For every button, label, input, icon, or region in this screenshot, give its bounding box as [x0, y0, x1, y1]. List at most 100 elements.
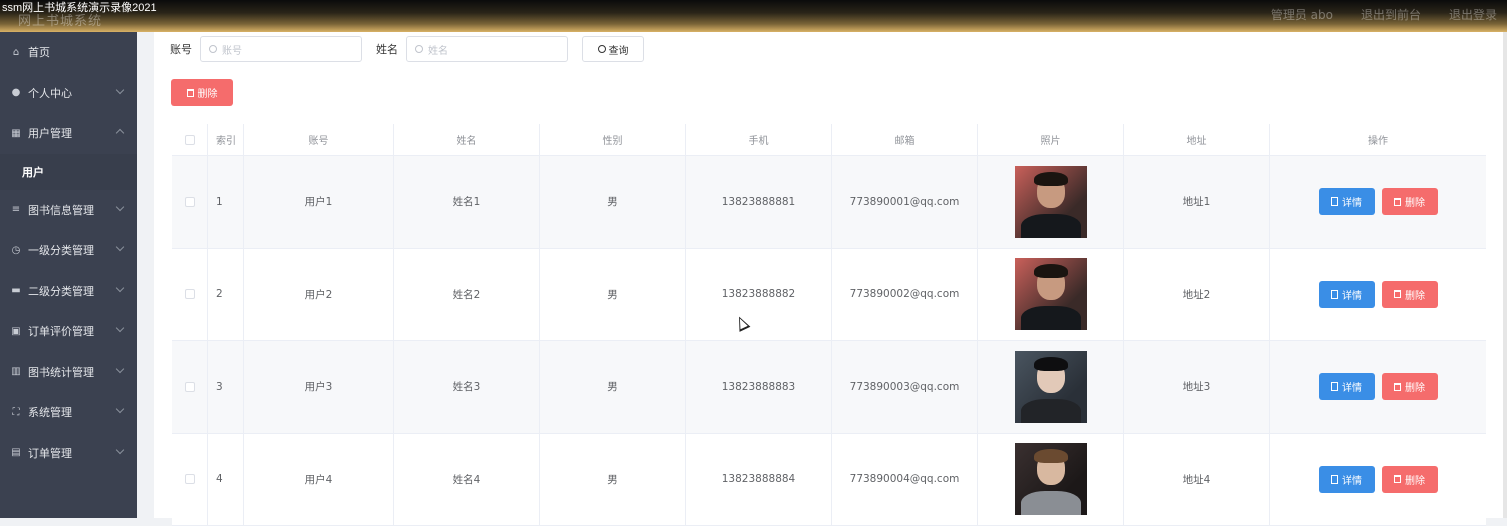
cell-actions: 详情 删除 — [1270, 156, 1486, 248]
order-icon: ▤ — [10, 447, 22, 459]
sidebar-item-label: 订单评价管理 — [28, 323, 94, 339]
delete-button[interactable]: 删除 — [1382, 373, 1438, 400]
delete-button[interactable]: 删除 — [1382, 466, 1438, 493]
user-table: 索引 账号 姓名 性别 手机 邮箱 照片 地址 操作 1 用户1 姓名1 男 1… — [172, 124, 1486, 526]
cell-email: 773890001@qq.com — [832, 156, 978, 248]
cell-actions: 详情 删除 — [1270, 434, 1486, 526]
cell-actions: 详情 删除 — [1270, 249, 1486, 341]
document-icon — [1331, 382, 1338, 391]
chevron-down-icon — [116, 85, 124, 93]
name-search-input[interactable]: 姓名 — [406, 36, 568, 62]
chevron-down-icon — [116, 202, 124, 210]
grid-icon: ▦ — [10, 127, 22, 139]
sidebar-item-system[interactable]: ⛶ 系统管理 — [0, 392, 137, 433]
sidebar-item-personal-center[interactable]: ● 个人中心 — [0, 73, 137, 114]
cell-index: 2 — [208, 249, 244, 341]
user-photo — [1015, 166, 1087, 238]
batch-delete-button[interactable]: 删除 — [171, 79, 233, 106]
table-row: 1 用户1 姓名1 男 13823888881 773890001@qq.com… — [172, 156, 1486, 249]
cell-address: 地址4 — [1124, 434, 1270, 526]
sidebar-item-label: 二级分类管理 — [28, 283, 94, 299]
trash-icon — [187, 89, 194, 97]
sidebar-item-category-1[interactable]: ◷ 一级分类管理 — [0, 230, 137, 271]
sidebar-item-home[interactable]: ⌂ 首页 — [0, 32, 137, 73]
user-photo — [1015, 443, 1087, 515]
main-content: 账号 账号 姓名 姓名 查询 删除 索引 账号 姓名 性别 手机 邮箱 照片 地… — [154, 32, 1507, 518]
sidebar-subitem-users[interactable]: 用户 — [0, 154, 137, 190]
table-row: 2 用户2 姓名2 男 13823888882 773890002@qq.com… — [172, 249, 1486, 342]
row-checkbox[interactable] — [185, 382, 195, 392]
cell-gender: 男 — [540, 156, 686, 248]
cell-name: 姓名1 — [394, 156, 540, 248]
top-right-links: 管理员 abo 退出到前台 退出登录 — [1271, 6, 1497, 23]
cell-name: 姓名4 — [394, 434, 540, 526]
delete-button[interactable]: 删除 — [1382, 188, 1438, 215]
admin-user-label: 管理员 abo — [1271, 6, 1333, 23]
document-icon — [1331, 197, 1338, 206]
chevron-down-icon — [116, 243, 124, 251]
logout-link[interactable]: 退出登录 — [1449, 6, 1497, 23]
header-phone: 手机 — [686, 124, 832, 155]
sidebar-item-book-stats[interactable]: ▥ 图书统计管理 — [0, 352, 137, 393]
chevron-down-icon — [116, 283, 124, 291]
chevron-down-icon — [116, 364, 124, 372]
sidebar-item-orders[interactable]: ▤ 订单管理 — [0, 433, 137, 474]
detail-button[interactable]: 详情 — [1319, 373, 1375, 400]
account-search-input[interactable]: 账号 — [200, 36, 362, 62]
row-checkbox[interactable] — [185, 197, 195, 207]
row-checkbox[interactable] — [185, 474, 195, 484]
sidebar: ⌂ 首页 ● 个人中心 ▦ 用户管理 用户 ≡ 图书信息管理 ◷ 一级分类管理 … — [0, 32, 137, 518]
document-icon — [1331, 290, 1338, 299]
cell-gender: 男 — [540, 434, 686, 526]
sidebar-item-order-review[interactable]: ▣ 订单评价管理 — [0, 311, 137, 352]
account-label: 账号 — [170, 41, 192, 57]
header-address: 地址 — [1124, 124, 1270, 155]
cell-phone: 13823888881 — [686, 156, 832, 248]
cell-photo — [978, 434, 1124, 526]
sidebar-item-label: 一级分类管理 — [28, 242, 94, 258]
back-to-front-link[interactable]: 退出到前台 — [1361, 6, 1421, 23]
query-button[interactable]: 查询 — [582, 36, 644, 62]
table-row: 3 用户3 姓名3 男 13823888883 773890003@qq.com… — [172, 341, 1486, 434]
page-scrollbar[interactable] — [1503, 32, 1507, 518]
row-select-cell — [172, 341, 208, 433]
cell-index: 3 — [208, 341, 244, 433]
sidebar-item-book-info[interactable]: ≡ 图书信息管理 — [0, 190, 137, 231]
sidebar-item-label: 系统管理 — [28, 404, 72, 420]
select-all-checkbox[interactable] — [185, 135, 195, 145]
chevron-down-icon — [116, 324, 124, 332]
header-index: 索引 — [208, 124, 244, 155]
trash-icon — [1394, 383, 1401, 391]
cell-account: 用户1 — [244, 156, 394, 248]
cell-address: 地址2 — [1124, 249, 1270, 341]
home-icon: ⌂ — [10, 46, 22, 58]
detail-button[interactable]: 详情 — [1319, 466, 1375, 493]
header-gender: 性别 — [540, 124, 686, 155]
sidebar-item-label: 首页 — [28, 44, 50, 60]
sidebar-item-label: 图书统计管理 — [28, 364, 94, 380]
cell-index: 1 — [208, 156, 244, 248]
cell-index: 4 — [208, 434, 244, 526]
sidebar-item-label: 订单管理 — [28, 445, 72, 461]
name-label: 姓名 — [376, 41, 398, 57]
cell-account: 用户3 — [244, 341, 394, 433]
select-all-cell — [172, 124, 208, 155]
trash-icon — [1394, 198, 1401, 206]
detail-button[interactable]: 详情 — [1319, 281, 1375, 308]
cell-photo — [978, 341, 1124, 433]
chart-icon: ▥ — [10, 366, 22, 378]
user-photo — [1015, 258, 1087, 330]
sidebar-item-user-management[interactable]: ▦ 用户管理 — [0, 113, 137, 154]
search-icon — [415, 45, 423, 53]
detail-button[interactable]: 详情 — [1319, 188, 1375, 215]
cell-gender: 男 — [540, 249, 686, 341]
sidebar-item-category-2[interactable]: ▬ 二级分类管理 — [0, 271, 137, 312]
cell-photo — [978, 156, 1124, 248]
cell-email: 773890002@qq.com — [832, 249, 978, 341]
trash-icon — [1394, 290, 1401, 298]
clipboard-icon: ▣ — [10, 325, 22, 337]
table-row: 4 用户4 姓名4 男 13823888884 773890004@qq.com… — [172, 434, 1486, 526]
row-checkbox[interactable] — [185, 289, 195, 299]
monitor-icon: ▬ — [10, 285, 22, 297]
delete-button[interactable]: 删除 — [1382, 281, 1438, 308]
